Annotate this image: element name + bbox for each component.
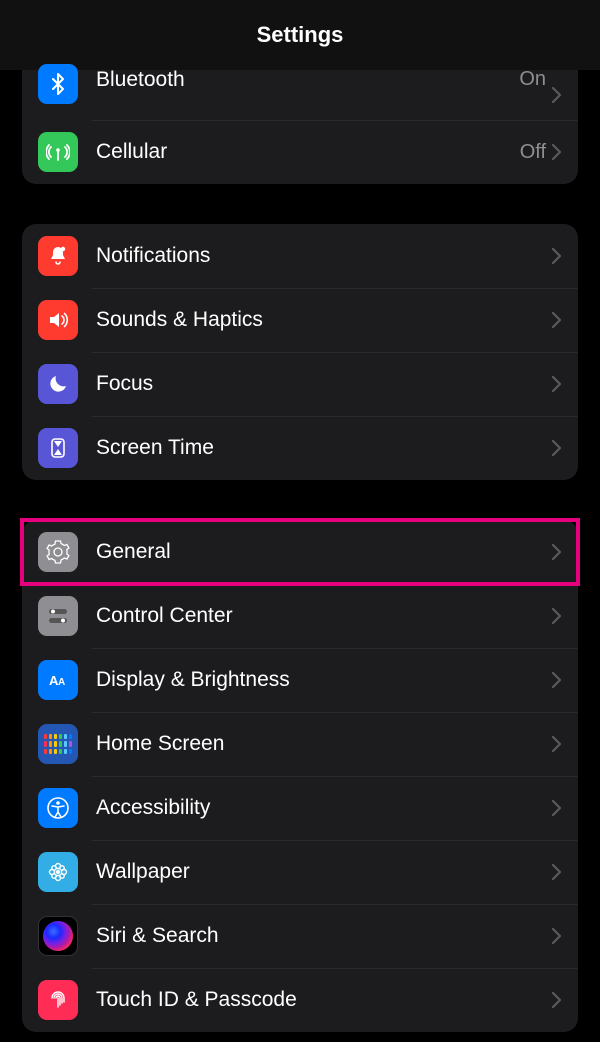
row-label: Wallpaper <box>96 860 552 884</box>
row-bluetooth[interactable]: Bluetooth On <box>22 70 578 120</box>
row-label: Notifications <box>96 244 552 268</box>
group-alerts: Notifications Sounds & Haptics Focus <box>22 224 578 480</box>
fingerprint-icon <box>38 980 78 1020</box>
row-label: Screen Time <box>96 436 552 460</box>
row-siri[interactable]: Siri & Search <box>22 904 578 968</box>
row-general[interactable]: General <box>22 520 578 584</box>
row-sounds[interactable]: Sounds & Haptics <box>22 288 578 352</box>
row-label: Sounds & Haptics <box>96 308 552 332</box>
row-label: Siri & Search <box>96 924 552 948</box>
row-notifications[interactable]: Notifications <box>22 224 578 288</box>
row-label: Cellular <box>96 140 520 164</box>
row-label: Touch ID & Passcode <box>96 988 552 1012</box>
toggles-icon <box>38 596 78 636</box>
chevron-right-icon <box>552 864 562 880</box>
chevron-right-icon <box>552 144 562 160</box>
chevron-right-icon <box>552 544 562 560</box>
moon-icon <box>38 364 78 404</box>
row-controlcenter[interactable]: Control Center <box>22 584 578 648</box>
svg-text:A: A <box>58 677 65 688</box>
row-label: Bluetooth <box>96 68 519 92</box>
row-label: Focus <box>96 372 552 396</box>
row-cellular[interactable]: Cellular Off <box>22 120 578 184</box>
row-label: Accessibility <box>96 796 552 820</box>
row-homescreen[interactable]: Home Screen <box>22 712 578 776</box>
aa-icon: AA <box>38 660 78 700</box>
chevron-right-icon <box>552 248 562 264</box>
chevron-right-icon <box>552 87 562 103</box>
chevron-right-icon <box>552 928 562 944</box>
accessibility-icon <box>38 788 78 828</box>
chevron-right-icon <box>552 672 562 688</box>
row-wallpaper[interactable]: Wallpaper <box>22 840 578 904</box>
bell-icon <box>38 236 78 276</box>
chevron-right-icon <box>552 440 562 456</box>
row-value: Off <box>520 141 546 164</box>
chevron-right-icon <box>552 736 562 752</box>
row-label: Home Screen <box>96 732 552 756</box>
chevron-right-icon <box>552 992 562 1008</box>
chevron-right-icon <box>552 608 562 624</box>
row-screentime[interactable]: Screen Time <box>22 416 578 480</box>
hourglass-icon <box>38 428 78 468</box>
row-focus[interactable]: Focus <box>22 352 578 416</box>
page-title: Settings <box>257 22 344 48</box>
siri-icon <box>38 916 78 956</box>
group-system: General Control Center AA Display & Brig… <box>22 520 578 1032</box>
row-label: Display & Brightness <box>96 668 552 692</box>
row-label: Control Center <box>96 604 552 628</box>
chevron-right-icon <box>552 800 562 816</box>
bluetooth-icon <box>38 64 78 104</box>
settings-list: Bluetooth On Cellular Off Notifications <box>0 70 600 1032</box>
header: Settings <box>0 0 600 70</box>
row-value: On <box>519 68 546 91</box>
row-label: General <box>96 540 552 564</box>
flower-icon <box>38 852 78 892</box>
chevron-right-icon <box>552 376 562 392</box>
row-accessibility[interactable]: Accessibility <box>22 776 578 840</box>
row-touchid[interactable]: Touch ID & Passcode <box>22 968 578 1032</box>
chevron-right-icon <box>552 312 562 328</box>
appgrid-icon <box>38 724 78 764</box>
speaker-icon <box>38 300 78 340</box>
gear-icon <box>38 532 78 572</box>
row-display[interactable]: AA Display & Brightness <box>22 648 578 712</box>
antenna-icon <box>38 132 78 172</box>
group-connectivity: Bluetooth On Cellular Off <box>22 70 578 184</box>
